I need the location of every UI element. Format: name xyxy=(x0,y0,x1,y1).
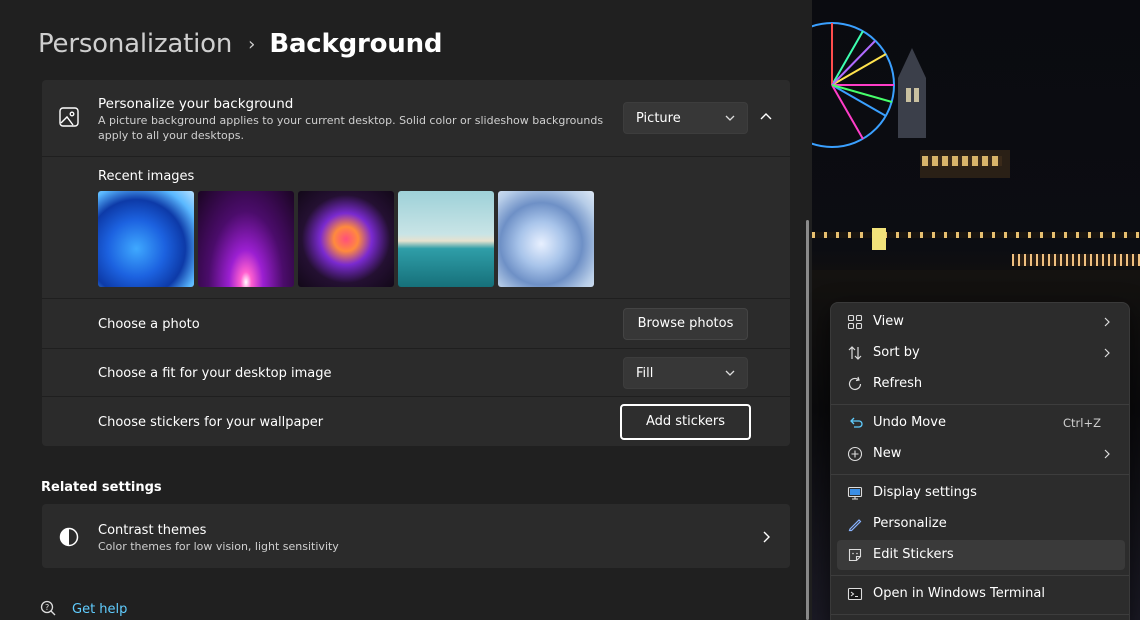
recent-images-row: Recent images xyxy=(42,156,790,298)
help-chat-icon: ? xyxy=(40,600,56,616)
contrast-themes-description: Color themes for low vision, light sensi… xyxy=(98,540,339,553)
chevron-right-icon xyxy=(1104,317,1110,327)
church-tower-image xyxy=(898,48,926,138)
sort-icon xyxy=(848,346,862,360)
menu-item-label: Edit Stickers xyxy=(873,547,954,562)
contrast-themes-title: Contrast themes xyxy=(98,523,207,538)
breadcrumb: Personalization › Background xyxy=(38,26,443,62)
personalize-background-description: A picture background applies to your cur… xyxy=(98,114,604,142)
contrast-themes-card[interactable]: Contrast themes Color themes for low vis… xyxy=(42,504,790,568)
chevron-right-icon xyxy=(763,531,770,543)
background-type-dropdown[interactable]: Picture xyxy=(623,102,748,134)
chevron-down-icon xyxy=(725,370,735,376)
related-settings-heading: Related settings xyxy=(41,480,162,495)
menu-item-sort-by[interactable]: Sort by xyxy=(837,338,1125,368)
display-icon xyxy=(847,486,863,500)
recent-image-thumbnail[interactable] xyxy=(498,191,594,287)
settings-window: Personalization › Background Personalize… xyxy=(0,0,812,620)
menu-item-label: Refresh xyxy=(873,376,923,391)
get-help-label: Get help xyxy=(72,601,128,617)
chevron-right-icon xyxy=(1104,449,1110,459)
menu-separator xyxy=(831,575,1129,576)
fit-dropdown[interactable]: Fill xyxy=(623,357,748,389)
menu-item-label: View xyxy=(873,314,904,329)
terminal-icon xyxy=(847,587,863,601)
menu-item-new[interactable]: New xyxy=(837,439,1125,469)
menu-separator xyxy=(831,404,1129,405)
recent-images-label: Recent images xyxy=(98,169,195,184)
desktop-context-menu: View Sort by Refresh Undo Move Ctrl+Z Ne… xyxy=(830,302,1130,620)
lamp-light xyxy=(872,228,886,250)
chevron-right-icon xyxy=(1104,348,1110,358)
recent-image-thumbnail[interactable] xyxy=(298,191,394,287)
menu-separator xyxy=(831,474,1129,475)
menu-item-shortcut: Ctrl+Z xyxy=(1063,416,1101,430)
recent-image-thumbnail[interactable] xyxy=(398,191,494,287)
harbor-lights xyxy=(812,232,1140,238)
menu-item-label: Undo Move xyxy=(873,415,946,430)
recent-image-thumbnail[interactable] xyxy=(198,191,294,287)
menu-item-label: Sort by xyxy=(873,345,920,360)
breadcrumb-personalization[interactable]: Personalization xyxy=(38,29,232,59)
grid-icon xyxy=(847,314,863,330)
choose-photo-row: Choose a photo Browse photos xyxy=(42,298,790,348)
recent-image-thumbnail[interactable] xyxy=(98,191,194,287)
menu-item-open-terminal[interactable]: Open in Windows Terminal xyxy=(837,579,1125,609)
menu-item-display-settings[interactable]: Display settings xyxy=(837,478,1125,508)
menu-item-undo-move[interactable]: Undo Move Ctrl+Z xyxy=(837,408,1125,438)
background-type-value: Picture xyxy=(636,111,681,126)
personalize-background-title: Personalize your background xyxy=(98,96,294,112)
sticker-icon xyxy=(848,548,862,562)
recent-images-list xyxy=(98,191,594,287)
add-stickers-button[interactable]: Add stickers xyxy=(620,404,751,440)
contrast-icon xyxy=(59,527,79,547)
menu-item-refresh[interactable]: Refresh xyxy=(837,369,1125,399)
pen-icon xyxy=(848,519,862,532)
menu-item-label: Personalize xyxy=(873,516,947,531)
menu-item-label: New xyxy=(873,446,902,461)
refresh-icon xyxy=(848,376,862,390)
get-help-link[interactable]: ? Get help xyxy=(40,600,127,618)
choose-photo-label: Choose a photo xyxy=(98,317,200,332)
menu-item-label: Display settings xyxy=(873,485,977,500)
chevron-up-icon[interactable] xyxy=(756,107,776,127)
fit-value: Fill xyxy=(636,366,654,381)
menu-item-edit-stickers[interactable]: Edit Stickers xyxy=(837,540,1125,570)
plus-circle-icon xyxy=(847,446,863,462)
background-settings-card: Personalize your background A picture ba… xyxy=(42,80,790,446)
menu-item-personalize[interactable]: Personalize xyxy=(837,509,1125,539)
window-lights xyxy=(922,156,1002,166)
fit-label: Choose a fit for your desktop image xyxy=(98,366,332,381)
personalize-background-row: Personalize your background A picture ba… xyxy=(42,80,790,156)
chevron-down-icon xyxy=(725,115,735,121)
stickers-label: Choose stickers for your wallpaper xyxy=(98,415,324,430)
fit-row: Choose a fit for your desktop image Fill xyxy=(42,348,790,396)
browse-photos-button[interactable]: Browse photos xyxy=(623,308,748,340)
street-lights xyxy=(1012,254,1140,266)
breadcrumb-separator: › xyxy=(248,33,256,55)
stickers-row: Choose stickers for your wallpaper Add s… xyxy=(42,396,790,446)
svg-text:?: ? xyxy=(45,603,49,612)
undo-icon xyxy=(850,417,863,428)
menu-item-label: Open in Windows Terminal xyxy=(873,586,1045,601)
menu-separator xyxy=(831,614,1129,615)
picture-icon xyxy=(59,107,79,127)
scrollbar[interactable] xyxy=(806,220,809,620)
menu-item-view[interactable]: View xyxy=(837,307,1125,337)
page-title: Background xyxy=(269,29,443,59)
